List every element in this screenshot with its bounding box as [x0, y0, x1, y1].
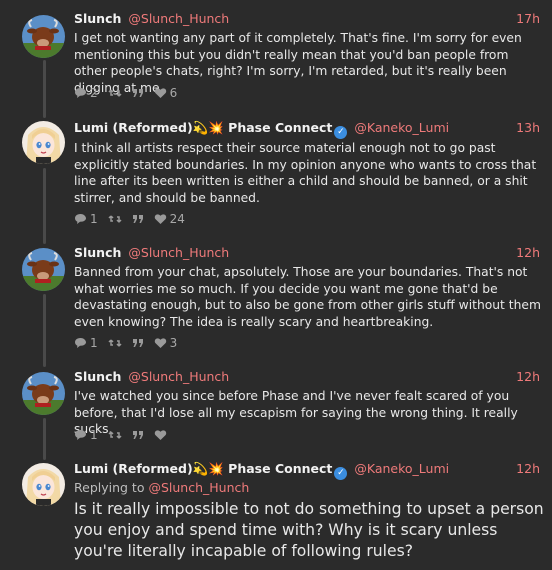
post[interactable]: Slunch @Slunch_Hunch 12h I've watched yo… [0, 358, 552, 450]
timestamp[interactable]: 13h [516, 119, 540, 137]
retweet-button[interactable] [108, 429, 122, 441]
reply-icon [75, 214, 86, 224]
like-count: 6 [169, 86, 178, 100]
reply-count: 1 [90, 212, 98, 226]
like-count: 3 [169, 336, 178, 350]
post-actions: 1 3 [74, 335, 187, 351]
reply-count: 1 [90, 336, 98, 350]
post-text: Banned from your chat, apsolutely. Those… [74, 265, 541, 330]
replying-to: Replying to @Slunch_Hunch [74, 479, 249, 497]
avatar[interactable] [22, 372, 65, 415]
reply-button[interactable]: 2 [74, 86, 98, 100]
quote-icon [132, 339, 143, 347]
post-actions: 2 6 [74, 85, 187, 101]
post-actions: 1 24 [74, 211, 195, 227]
retweet-button[interactable] [108, 213, 122, 225]
like-count: 24 [169, 212, 185, 226]
reply-count: 2 [90, 86, 98, 100]
retweet-icon [108, 89, 122, 97]
quote-icon [132, 215, 143, 223]
username-handle[interactable]: @Slunch_Hunch [128, 245, 229, 260]
post-header: Lumi (Reformed)💫💥 Phase Connect ✓ @Kaneko… [74, 460, 540, 480]
reply-button[interactable]: 1 [74, 428, 98, 442]
post-header: Slunch @Slunch_Hunch 17h [74, 10, 540, 28]
display-name[interactable]: Lumi (Reformed)💫💥 Phase Connect [74, 120, 332, 135]
display-name[interactable]: Slunch [74, 11, 121, 26]
quote-icon [132, 89, 143, 97]
avatar[interactable] [22, 15, 65, 58]
avatar[interactable] [22, 463, 65, 506]
verified-badge-icon: ✓ [334, 467, 348, 480]
timestamp[interactable]: 12h [516, 244, 540, 262]
retweet-icon [108, 339, 122, 347]
retweet-button[interactable] [108, 337, 122, 349]
like-button[interactable]: 6 [154, 86, 178, 100]
username-handle[interactable]: @Kaneko_Lumi [354, 120, 449, 135]
post-text: I think all artists respect their source… [74, 141, 537, 206]
post[interactable]: Lumi (Reformed)💫💥 Phase Connect ✓ @Kaneko… [0, 110, 552, 234]
like-button[interactable]: 24 [154, 212, 185, 226]
reply-count: 1 [90, 428, 98, 442]
like-button[interactable]: 3 [154, 336, 178, 350]
reply-button[interactable]: 1 [74, 336, 98, 350]
username-handle[interactable]: @Slunch_Hunch [128, 11, 229, 26]
replying-to-handle[interactable]: @Slunch_Hunch [148, 480, 249, 495]
retweet-icon [108, 215, 122, 223]
display-name[interactable]: Slunch [74, 369, 121, 384]
quote-button[interactable] [132, 430, 144, 440]
quote-icon [132, 431, 143, 439]
timestamp[interactable]: 12h [516, 368, 540, 386]
post[interactable]: Slunch @Slunch_Hunch 12h Banned from you… [0, 234, 552, 358]
like-button[interactable] [154, 429, 167, 441]
main-post[interactable]: Lumi (Reformed)💫💥 Phase Connect ✓ @Kaneko… [0, 450, 552, 570]
quote-button[interactable] [132, 88, 144, 98]
post-actions: 1 [74, 427, 177, 443]
post-header: Slunch @Slunch_Hunch 12h [74, 368, 540, 386]
heart-icon [154, 214, 166, 224]
reply-icon [75, 338, 86, 348]
reply-icon [75, 88, 86, 98]
retweet-icon [108, 431, 122, 439]
post-header: Slunch @Slunch_Hunch 12h [74, 244, 540, 262]
avatar[interactable] [22, 248, 65, 291]
retweet-button[interactable] [108, 87, 122, 99]
post[interactable]: Slunch @Slunch_Hunch 17h I get not wanti… [0, 0, 552, 110]
username-handle[interactable]: @Kaneko_Lumi [354, 461, 449, 476]
display-name[interactable]: Slunch [74, 245, 121, 260]
reply-icon [75, 430, 86, 440]
timestamp[interactable]: 12h [516, 460, 540, 478]
reply-button[interactable]: 1 [74, 212, 98, 226]
post-text: Is it really impossible to not do someth… [74, 500, 544, 560]
heart-icon [154, 338, 166, 348]
quote-button[interactable] [132, 338, 144, 348]
quote-button[interactable] [132, 214, 144, 224]
post-header: Lumi (Reformed)💫💥 Phase Connect ✓ @Kaneko… [74, 119, 540, 139]
heart-icon [154, 430, 166, 440]
username-handle[interactable]: @Slunch_Hunch [128, 369, 229, 384]
timestamp[interactable]: 17h [516, 10, 540, 28]
heart-icon [154, 88, 166, 98]
display-name[interactable]: Lumi (Reformed)💫💥 Phase Connect [74, 461, 332, 476]
replying-to-label: Replying to [74, 480, 145, 495]
verified-badge-icon: ✓ [334, 126, 348, 139]
avatar[interactable] [22, 121, 65, 164]
